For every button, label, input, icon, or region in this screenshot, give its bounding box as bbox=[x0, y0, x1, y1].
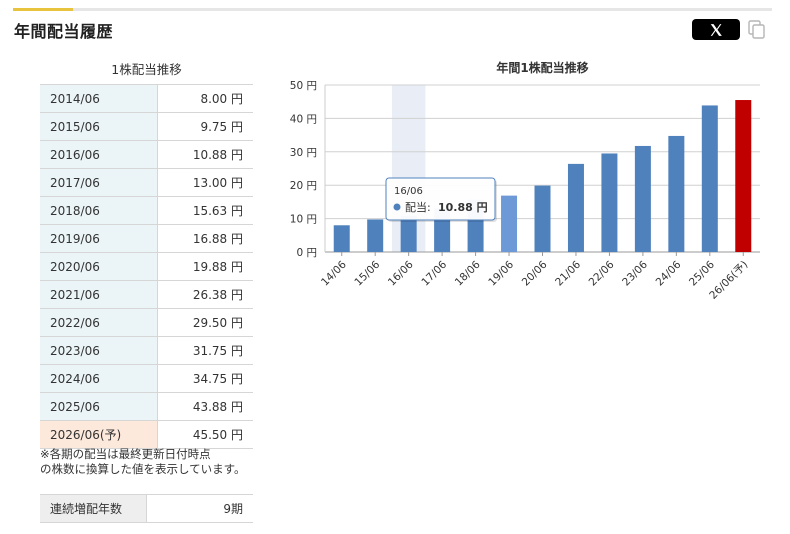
dividend-bar-chart[interactable]: 年間1株配当推移 0 円 10 円 20 円 30 円 40 円 50 円 14/06 15/0… bbox=[270, 52, 770, 322]
table-row: 2014/06 8.00 円 bbox=[40, 84, 253, 113]
section-top-rule-accent bbox=[13, 8, 73, 11]
table-row-year: 2024/06 bbox=[40, 364, 158, 393]
table-row-year: 2018/06 bbox=[40, 196, 158, 225]
y-tick-label: 30 円 bbox=[290, 147, 317, 159]
bar[interactable] bbox=[701, 105, 718, 252]
table-row-value: 29.50 円 bbox=[157, 308, 253, 337]
table-row: 2018/06 15.63 円 bbox=[40, 196, 253, 225]
bar[interactable] bbox=[333, 225, 350, 252]
table-row-value: 16.88 円 bbox=[157, 224, 253, 253]
bar[interactable] bbox=[601, 153, 618, 252]
table-row-year: 2023/06 bbox=[40, 336, 158, 365]
table-row: 2016/06 10.88 円 bbox=[40, 140, 253, 169]
table-row-year: 2015/06 bbox=[40, 112, 158, 141]
bar[interactable] bbox=[367, 219, 384, 252]
x-tick-label: 24/06 bbox=[654, 258, 684, 288]
streak-table: 連続増配年数 9期 bbox=[40, 494, 253, 523]
dividend-note: ※各期の配当は最終更新日付時点 の株数に換算した値を表示しています。 bbox=[40, 447, 246, 477]
x-tick-label: 23/06 bbox=[620, 258, 650, 288]
table-row: 2022/06 29.50 円 bbox=[40, 308, 253, 337]
tooltip-series-marker bbox=[393, 203, 401, 211]
table-row-year: 2021/06 bbox=[40, 280, 158, 309]
table-row: 2019/06 16.88 円 bbox=[40, 224, 253, 253]
table-row-year: 2025/06 bbox=[40, 392, 158, 421]
copy-icon[interactable] bbox=[748, 20, 766, 40]
table-row-value: 13.00 円 bbox=[157, 168, 253, 197]
chart-title: 年間1株配当推移 bbox=[496, 60, 588, 75]
x-tick-label: 15/06 bbox=[352, 258, 382, 288]
table-row-year: 2026/06(予) bbox=[40, 420, 158, 449]
bar[interactable] bbox=[567, 163, 584, 252]
table-row-value: 43.88 円 bbox=[157, 392, 253, 421]
table-row-value: 26.38 円 bbox=[157, 280, 253, 309]
x-tick-label: 21/06 bbox=[553, 258, 583, 288]
y-tick-label: 40 円 bbox=[290, 113, 317, 125]
x-logo-icon bbox=[710, 23, 722, 36]
tooltip-series-label: 配当: bbox=[405, 200, 431, 214]
table-row: 2021/06 26.38 円 bbox=[40, 280, 253, 309]
x-tick-label: 18/06 bbox=[453, 258, 483, 288]
dividend-note-line1: ※各期の配当は最終更新日付時点 bbox=[40, 447, 211, 461]
section-top-rule bbox=[13, 8, 772, 11]
table-row-value: 45.50 円 bbox=[157, 420, 253, 449]
x-tick-label: 22/06 bbox=[587, 258, 617, 288]
dividend-table-caption: 1株配当推移 bbox=[111, 62, 182, 77]
streak-row: 連続増配年数 9期 bbox=[40, 494, 253, 523]
bar[interactable] bbox=[634, 145, 651, 252]
bar[interactable] bbox=[501, 195, 518, 252]
tooltip-value: 10.88 円 bbox=[438, 201, 488, 214]
table-row-year: 2014/06 bbox=[40, 84, 158, 113]
table-row: 2023/06 31.75 円 bbox=[40, 336, 253, 365]
x-tick-label: 25/06 bbox=[687, 258, 717, 288]
table-row-year: 2022/06 bbox=[40, 308, 158, 337]
y-tick-label: 0 円 bbox=[296, 247, 317, 259]
streak-label: 連続増配年数 bbox=[40, 494, 147, 523]
table-row-year: 2016/06 bbox=[40, 140, 158, 169]
x-tick-label: 14/06 bbox=[319, 258, 349, 288]
x-tick-label: 17/06 bbox=[419, 258, 449, 288]
dividend-table: 1株配当推移 2014/06 8.00 円 2015/06 9.75 円 2016/06… bbox=[40, 58, 253, 449]
x-tick-label: 19/06 bbox=[486, 258, 516, 288]
bar[interactable] bbox=[668, 135, 685, 252]
bar[interactable] bbox=[534, 185, 551, 252]
table-row: 2025/06 43.88 円 bbox=[40, 392, 253, 421]
table-row-year: 2017/06 bbox=[40, 168, 158, 197]
dividend-note-line2: の株数に換算した値を表示しています。 bbox=[40, 462, 246, 476]
x-tick-label: 16/06 bbox=[386, 258, 416, 288]
chart-tooltip: 16/06 配当: 10.88 円 bbox=[385, 177, 497, 222]
table-row: 2026/06(予) 45.50 円 bbox=[40, 420, 253, 449]
table-row-value: 19.88 円 bbox=[157, 252, 253, 281]
table-row: 2017/06 13.00 円 bbox=[40, 168, 253, 197]
table-row-year: 2019/06 bbox=[40, 224, 158, 253]
tooltip-header: 16/06 bbox=[394, 186, 423, 197]
table-row-value: 34.75 円 bbox=[157, 364, 253, 393]
share-x-button[interactable] bbox=[692, 19, 740, 40]
y-tick-label: 50 円 bbox=[290, 80, 317, 92]
table-row-value: 8.00 円 bbox=[157, 84, 253, 113]
table-row-value: 31.75 円 bbox=[157, 336, 253, 365]
streak-value: 9期 bbox=[146, 494, 253, 523]
table-row: 2024/06 34.75 円 bbox=[40, 364, 253, 393]
table-row: 2015/06 9.75 円 bbox=[40, 112, 253, 141]
table-row-value: 9.75 円 bbox=[157, 112, 253, 141]
bar[interactable] bbox=[735, 100, 752, 252]
table-row: 2020/06 19.88 円 bbox=[40, 252, 253, 281]
section-title: 年間配当履歴 bbox=[14, 22, 114, 41]
table-row-value: 15.63 円 bbox=[157, 196, 253, 225]
y-tick-label: 20 円 bbox=[290, 180, 317, 192]
y-tick-label: 10 円 bbox=[290, 214, 317, 226]
table-row-value: 10.88 円 bbox=[157, 140, 253, 169]
x-tick-label: 20/06 bbox=[520, 258, 550, 288]
table-row-year: 2020/06 bbox=[40, 252, 158, 281]
